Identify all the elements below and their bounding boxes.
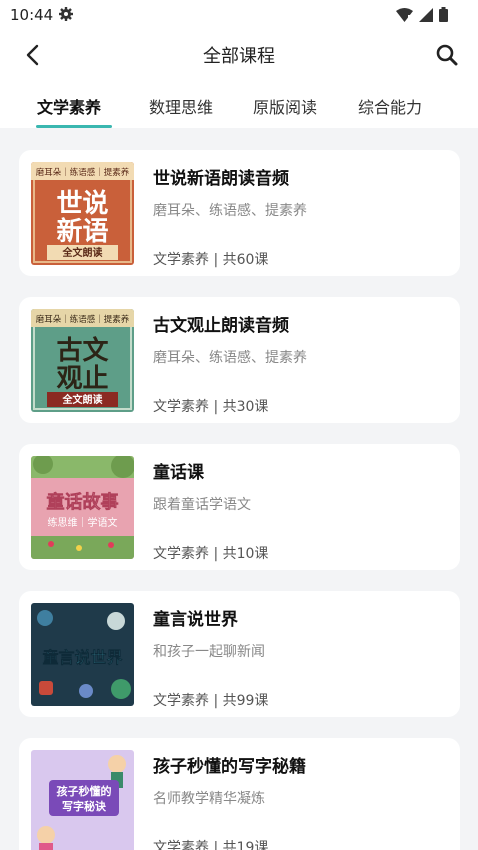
- cover-title-line2: 练思维｜学语文: [48, 516, 118, 529]
- active-tab-indicator: [36, 125, 112, 128]
- course-meta: 文学素养 | 共99课: [153, 693, 269, 709]
- course-cover: 磨耳朵｜练语感｜提素养 古文 观止 全文朗读: [31, 309, 134, 412]
- cover-banner-text: 磨耳朵｜练语感｜提素养: [36, 167, 130, 178]
- tab-comprehensive[interactable]: 综合能力: [358, 94, 422, 118]
- cover-title-line1: 童言说世界: [42, 648, 122, 667]
- course-card[interactable]: 磨耳朵｜练语感｜提素养 古文 观止 全文朗读 古文观止朗读音频 磨耳朵、练语感、…: [19, 297, 460, 423]
- cover-ribbon: 全文朗读: [62, 246, 103, 259]
- course-card[interactable]: 孩子秒懂的 写字秘诀 孩子秒懂的写字秘籍 名师教学精华凝炼 文学素养 | 共19…: [19, 738, 460, 850]
- cover-ribbon: 全文朗读: [62, 393, 103, 406]
- course-card[interactable]: 磨耳朵｜练语感｜提素养 世说 新语 全文朗读 世说新语朗读音频 磨耳朵、练语感、…: [19, 150, 460, 276]
- signal-icon: [419, 7, 433, 26]
- page-title: 全部课程: [203, 46, 275, 67]
- cover-banner-text: 磨耳朵｜练语感｜提素养: [36, 314, 130, 325]
- course-meta: 文学素养 | 共19课: [153, 840, 269, 850]
- status-bar: 10:44: [0, 0, 478, 30]
- cover-title-line1: 童话故事: [47, 491, 119, 513]
- course-subtitle: 和孩子一起聊新闻: [153, 644, 265, 660]
- course-title: 童话课: [153, 463, 204, 483]
- cover-title-line2: 新语: [56, 216, 108, 247]
- course-title: 童言说世界: [153, 610, 238, 630]
- course-subtitle: 名师教学精华凝炼: [153, 791, 265, 807]
- cover-title-line2: 写字秘诀: [62, 799, 107, 813]
- course-subtitle: 磨耳朵、练语感、提素养: [153, 203, 307, 219]
- course-cover: 童言说世界: [31, 603, 134, 706]
- course-title: 古文观止朗读音频: [153, 316, 289, 336]
- course-subtitle: 磨耳朵、练语感、提素养: [153, 350, 307, 366]
- tab-original-reading[interactable]: 原版阅读: [253, 94, 317, 118]
- course-cover: 孩子秒懂的 写字秘诀: [31, 750, 134, 850]
- battery-icon: [439, 7, 448, 26]
- search-icon[interactable]: [432, 40, 462, 70]
- cover-title-line1: 孩子秒懂的: [57, 784, 112, 798]
- course-title: 孩子秒懂的写字秘籍: [153, 757, 306, 777]
- cover-title-line1: 世说: [56, 189, 108, 219]
- header: 全部课程 文学素养 数理思维 原版阅读 综合能力: [0, 30, 478, 128]
- course-card[interactable]: 童言说世界 童言说世界 和孩子一起聊新闻 文学素养 | 共99课: [19, 591, 460, 717]
- category-tabs: 文学素养 数理思维 原版阅读 综合能力: [0, 90, 478, 128]
- system-icons: [396, 7, 448, 26]
- course-cover: 童话故事 练思维｜学语文: [31, 456, 134, 559]
- cover-title-line1: 古文: [56, 335, 109, 366]
- tab-math[interactable]: 数理思维: [149, 94, 213, 118]
- course-meta: 文学素养 | 共10课: [153, 546, 269, 562]
- course-meta: 文学素养 | 共60课: [153, 252, 269, 268]
- gear-icon: [58, 6, 74, 26]
- course-subtitle: 跟着童话学语文: [153, 497, 251, 513]
- status-time: 10:44: [10, 6, 54, 24]
- wifi-icon: [396, 7, 413, 26]
- course-card[interactable]: 童话故事 练思维｜学语文 童话课 跟着童话学语文 文学素养 | 共10课: [19, 444, 460, 570]
- cover-title-line2: 观止: [56, 364, 108, 394]
- course-title: 世说新语朗读音频: [153, 169, 289, 189]
- course-meta: 文学素养 | 共30课: [153, 399, 269, 415]
- course-cover: 磨耳朵｜练语感｜提素养 世说 新语 全文朗读: [31, 162, 134, 265]
- tab-literature[interactable]: 文学素养: [37, 94, 101, 118]
